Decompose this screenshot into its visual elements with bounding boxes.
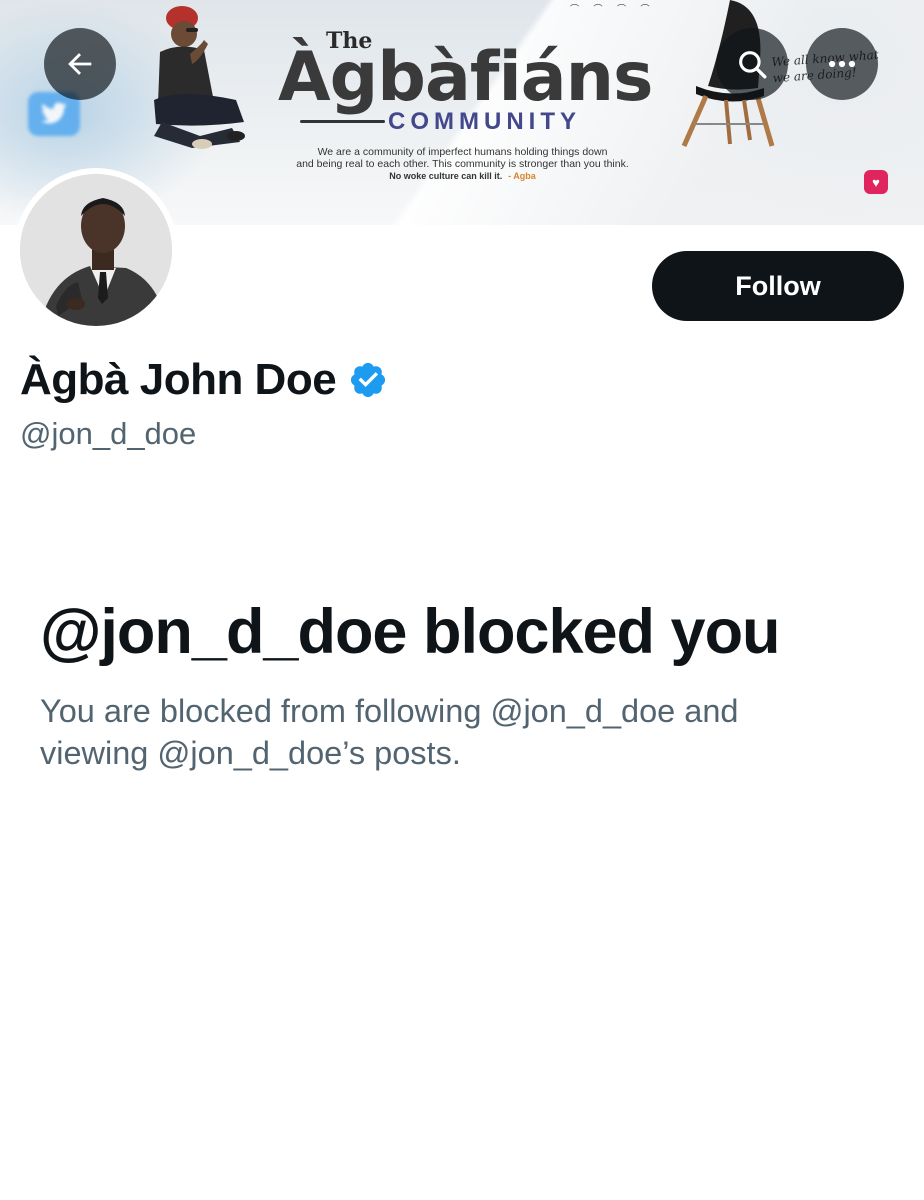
display-name-text: Àgbà John Doe	[20, 355, 337, 404]
profile-display-name: Àgbà John Doe	[20, 352, 388, 408]
tagline-quote: No woke culture can kill it.	[389, 171, 503, 181]
profile-avatar[interactable]	[14, 168, 178, 332]
birds-decoration: ⌒ ⌒ ⌒ ⌒	[570, 4, 656, 14]
profile-handle: @jon_d_doe	[20, 416, 197, 451]
more-horizontal-icon	[828, 60, 856, 68]
brand-tagline: We are a community of imperfect humans h…	[270, 146, 655, 182]
sitting-person-illustration	[154, 6, 245, 149]
tagline-author: - Agba	[508, 171, 536, 181]
back-button[interactable]	[44, 28, 116, 100]
tagline-line-3: No woke culture can kill it. - Agba	[270, 170, 655, 182]
brand-name: Àgbàfiáns	[278, 38, 654, 117]
search-icon	[739, 51, 767, 79]
avatar-photo	[20, 174, 172, 326]
heart-icon: ♥	[864, 170, 888, 194]
arrow-left-icon	[68, 53, 92, 75]
verified-badge-icon[interactable]	[348, 360, 388, 400]
tagline-line-2: and being real to each other. This commu…	[296, 158, 629, 170]
blocked-title: @jon_d_doe blocked you	[40, 597, 781, 667]
more-button[interactable]	[806, 28, 878, 100]
tagline-line-1: We are a community of imperfect humans h…	[317, 146, 608, 158]
search-button[interactable]	[716, 28, 788, 100]
brand-underline	[300, 120, 385, 123]
man-in-suit-portrait	[20, 174, 172, 326]
follow-button[interactable]: Follow	[652, 251, 904, 321]
blocked-description: You are blocked from following @jon_d_do…	[40, 693, 739, 771]
brand-subtitle: COMMUNITY	[388, 108, 581, 135]
